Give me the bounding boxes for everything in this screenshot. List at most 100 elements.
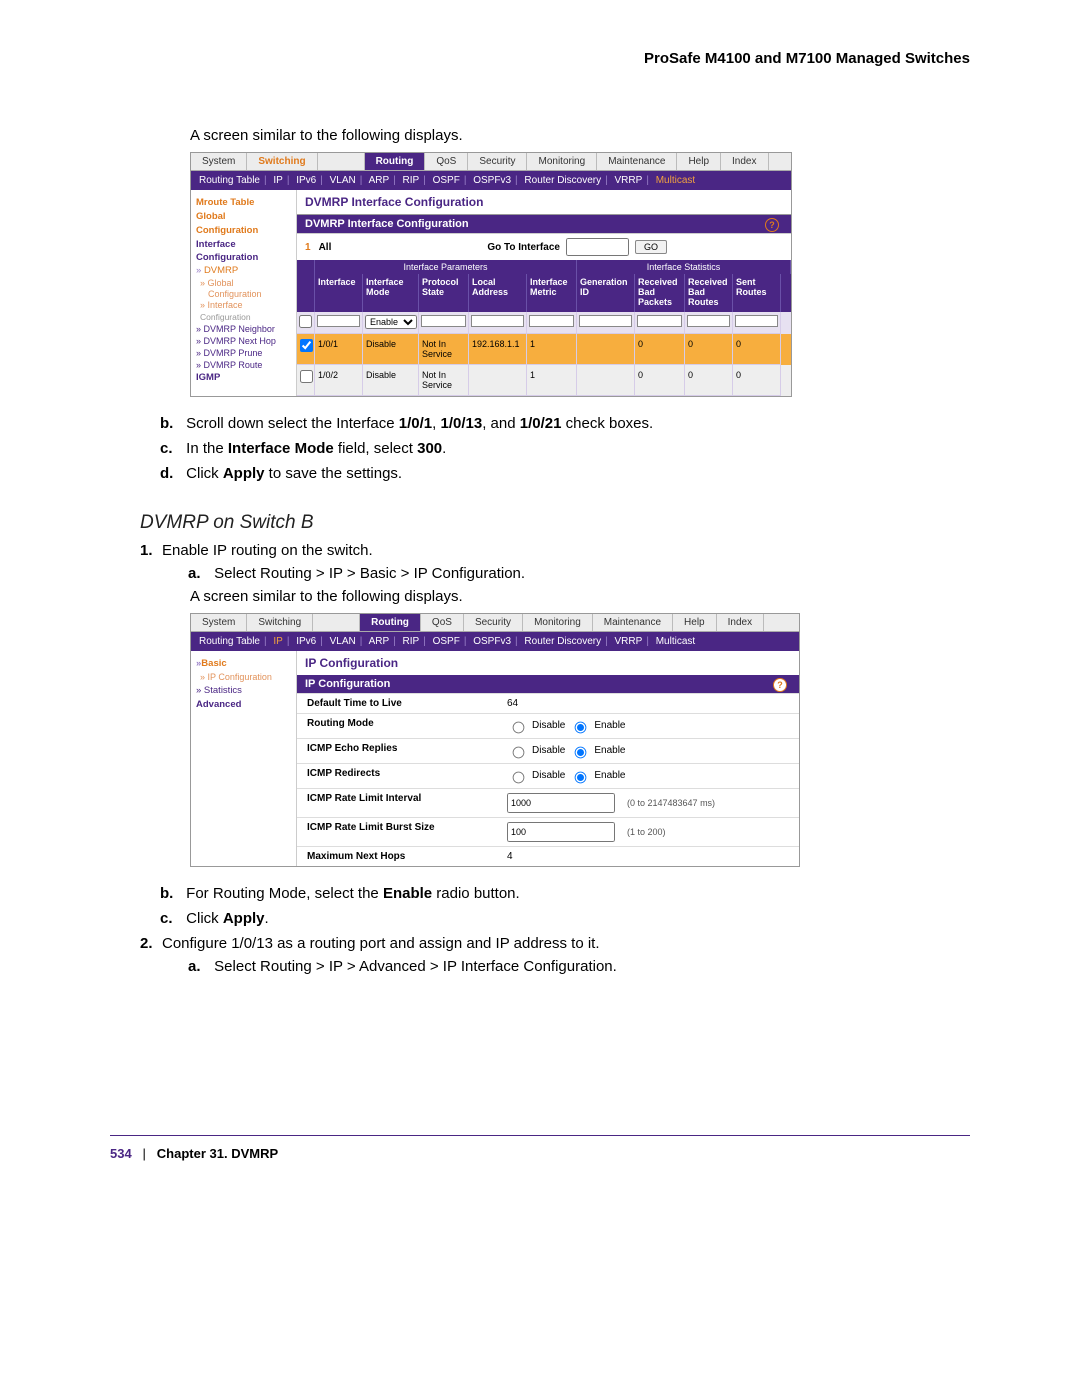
tab-routing[interactable]: Routing <box>360 614 421 631</box>
sidebar-sub-conf[interactable]: Configuration <box>208 289 291 299</box>
tab-spacer <box>318 153 365 170</box>
sidebar-sub-conf2[interactable]: Configuration <box>200 312 291 322</box>
subnav-rip[interactable]: RIP <box>403 175 420 186</box>
rxr-input[interactable] <box>687 315 730 327</box>
sidebar-configuration[interactable]: Configuration <box>196 225 291 236</box>
subnav-ospf[interactable]: OSPF <box>433 175 460 186</box>
ps-input[interactable] <box>421 315 466 327</box>
subnav-ipv6[interactable]: IPv6 <box>296 636 316 647</box>
subnav-vlan[interactable]: VLAN <box>330 175 356 186</box>
subnav-arp[interactable]: ARP <box>369 175 390 186</box>
tab-help[interactable]: Help <box>673 614 717 631</box>
tab-monitoring[interactable]: Monitoring <box>523 614 593 631</box>
tab-system[interactable]: System <box>191 614 247 631</box>
sidebar-dvmrp-prune[interactable]: » DVMRP Prune <box>196 348 291 358</box>
sub-2a: a. Select Routing > IP > Advanced > IP I… <box>188 958 970 975</box>
row-checkbox[interactable] <box>300 339 313 352</box>
help-icon[interactable]: ? <box>765 218 779 232</box>
routing-enable-radio[interactable] <box>575 721 587 733</box>
tab-qos[interactable]: QoS <box>421 614 464 631</box>
tab-maintenance[interactable]: Maintenance <box>597 153 677 170</box>
rate-interval-input[interactable] <box>507 793 615 813</box>
redir-enable-radio[interactable] <box>575 771 587 783</box>
echo-disable-radio[interactable] <box>513 746 525 758</box>
burst-input[interactable] <box>507 822 615 842</box>
rx-input[interactable] <box>637 315 682 327</box>
kv-redirects: ICMP Redirects Disable Enable <box>297 763 799 788</box>
subnav-vlan[interactable]: VLAN <box>330 636 356 647</box>
sidebar-sub-interface[interactable]: » Interface <box>200 300 291 310</box>
tab-switching[interactable]: Switching <box>247 614 313 631</box>
gen-input[interactable] <box>579 315 632 327</box>
rts-input[interactable] <box>735 315 778 327</box>
redir-disable-radio[interactable] <box>513 771 525 783</box>
tab-monitoring[interactable]: Monitoring <box>527 153 597 170</box>
routing-disable-radio[interactable] <box>513 721 525 733</box>
subnav-routing-table[interactable]: Routing Table <box>199 636 260 647</box>
tab-security[interactable]: Security <box>464 614 523 631</box>
sidebar-dvmrp-nexthop[interactable]: » DVMRP Next Hop <box>196 336 291 346</box>
subnav-ip[interactable]: IP <box>273 636 282 647</box>
subnav-rip[interactable]: RIP <box>403 636 420 647</box>
tab-security[interactable]: Security <box>468 153 527 170</box>
select-all-checkbox[interactable] <box>299 315 312 328</box>
panel-title-b: IP Configuration <box>297 651 799 675</box>
subnav-router-discovery[interactable]: Router Discovery <box>524 636 601 647</box>
subnav-ospfv3[interactable]: OSPFv3 <box>473 175 511 186</box>
kv-burst: ICMP Rate Limit Burst Size (1 to 200) <box>297 817 799 846</box>
goto-input[interactable] <box>566 238 629 256</box>
sidebar-global-head[interactable]: Global <box>196 211 291 222</box>
sidebar-stats[interactable]: » Statistics <box>196 685 291 696</box>
step-c2: c. Click Apply. <box>160 910 970 927</box>
help-icon[interactable]: ? <box>773 678 787 692</box>
tab-qos[interactable]: QoS <box>425 153 468 170</box>
tab-help[interactable]: Help <box>677 153 721 170</box>
tab-index[interactable]: Index <box>721 153 768 170</box>
echo-enable-radio[interactable] <box>575 746 587 758</box>
filter-one[interactable]: 1 <box>305 242 311 253</box>
rate-interval-hint: (0 to 2147483647 ms) <box>627 798 715 808</box>
subnav-vrrp[interactable]: VRRP <box>615 636 643 647</box>
subnav-routing-table[interactable]: Routing Table <box>199 175 260 186</box>
tab-switching[interactable]: Switching <box>247 153 317 170</box>
row-checkbox[interactable] <box>300 370 313 383</box>
tab-maintenance[interactable]: Maintenance <box>593 614 673 631</box>
subnav-ip[interactable]: IP <box>273 175 282 186</box>
subnav-arp[interactable]: ARP <box>369 636 390 647</box>
sidebar-dvmrp[interactable]: » DVMRP <box>196 265 291 276</box>
intro-text-1: A screen similar to the following displa… <box>190 127 970 144</box>
go-button[interactable]: GO <box>635 240 667 254</box>
tab-system[interactable]: System <box>191 153 247 170</box>
filter-all[interactable]: All <box>319 242 332 253</box>
subnav-ospfv3[interactable]: OSPFv3 <box>473 636 511 647</box>
sidebar-sub-global[interactable]: » Global <box>200 278 291 288</box>
section-header: DVMRP Interface Configuration ? <box>297 214 791 233</box>
addr-input[interactable] <box>471 315 524 327</box>
sidebar-basic[interactable]: »Basic <box>196 658 291 669</box>
subnav-multicast[interactable]: Multicast <box>656 636 695 647</box>
sidebar-igmp[interactable]: IGMP <box>196 372 291 383</box>
sidebar-advanced[interactable]: Advanced <box>196 699 291 710</box>
subnav-router-discovery[interactable]: Router Discovery <box>524 175 601 186</box>
sidebar-ip-conf[interactable]: » IP Configuration <box>200 672 291 682</box>
sidebar-conf-link[interactable]: Configuration <box>196 252 291 263</box>
subnav-vrrp[interactable]: VRRP <box>615 175 643 186</box>
tab-spacer <box>313 614 360 631</box>
tab-routing[interactable]: Routing <box>365 153 426 170</box>
sidebar-interface[interactable]: Interface <box>196 239 291 250</box>
subnav-ospf[interactable]: OSPF <box>433 636 460 647</box>
mode-select[interactable]: Enable <box>365 315 417 329</box>
sidebar-mroute[interactable]: Mroute Table <box>196 197 291 208</box>
panel-title: DVMRP Interface Configuration <box>297 190 791 214</box>
if-input[interactable] <box>317 315 360 327</box>
sidebar-dvmrp-route[interactable]: » DVMRP Route <box>196 360 291 370</box>
sidebar-dvmrp-neighbor[interactable]: » DVMRP Neighbor <box>196 324 291 334</box>
top-nav: System Switching Routing QoS Security Mo… <box>191 153 791 171</box>
tab-index[interactable]: Index <box>717 614 764 631</box>
num-item-1: 1.Enable IP routing on the switch. <box>140 542 970 559</box>
kv-echo: ICMP Echo Replies Disable Enable <box>297 738 799 763</box>
step-list-b: b. For Routing Mode, select the Enable r… <box>160 885 970 927</box>
met-input[interactable] <box>529 315 574 327</box>
subnav-multicast[interactable]: Multicast <box>656 175 695 186</box>
subnav-ipv6[interactable]: IPv6 <box>296 175 316 186</box>
